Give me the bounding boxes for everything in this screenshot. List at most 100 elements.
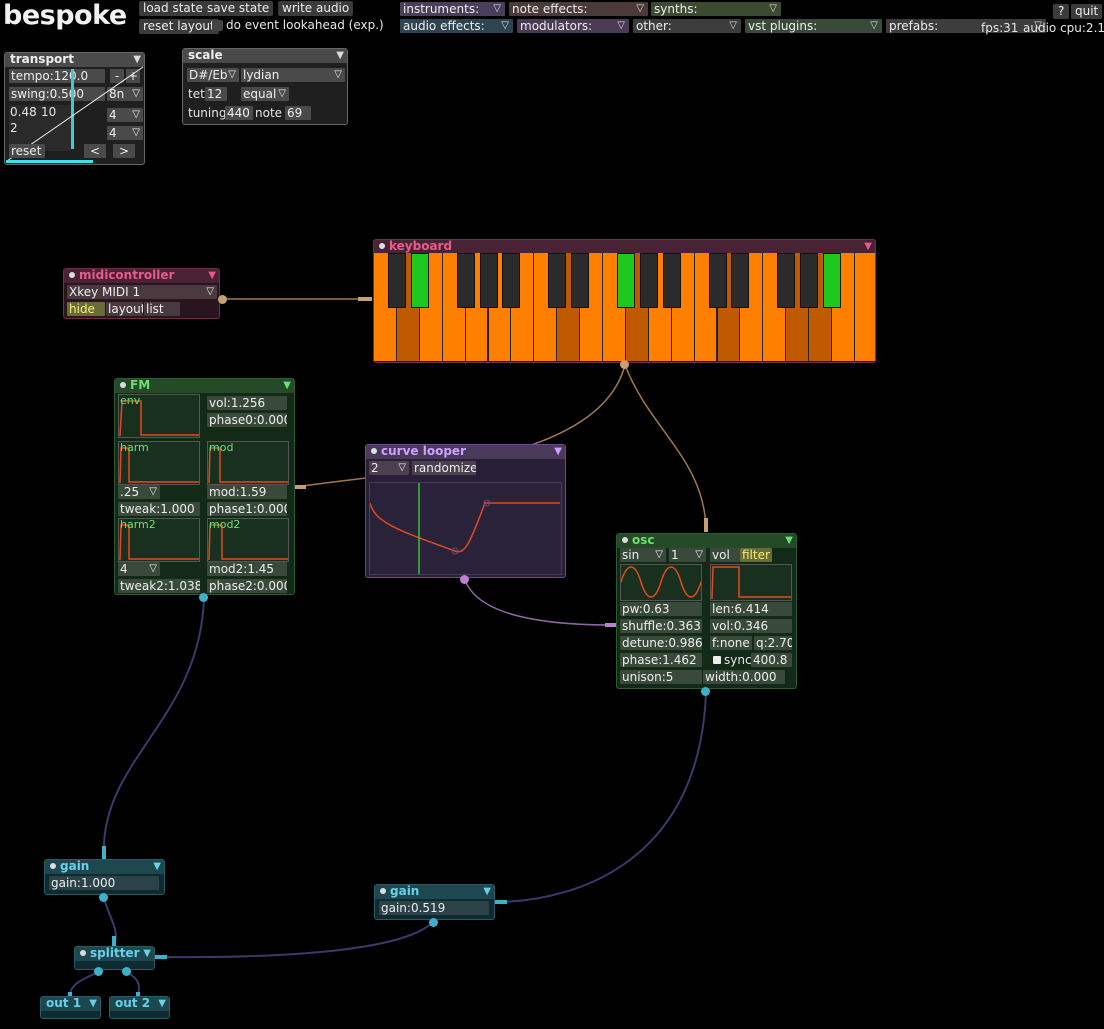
filter-env-tab[interactable]: filter [740, 548, 772, 562]
black-key[interactable] [616, 253, 635, 308]
phase-slider[interactable]: phase:1.462 [620, 653, 702, 667]
shuffle-slider[interactable]: shuffle:0.363 [620, 619, 702, 633]
enable-icon[interactable] [371, 448, 377, 454]
fm-title[interactable]: FM ▼ [115, 379, 294, 393]
sync-checkbox[interactable] [713, 656, 721, 664]
curve-editor[interactable] [369, 482, 562, 575]
black-key[interactable] [777, 253, 796, 308]
note-field[interactable]: 69 [285, 106, 311, 120]
harm2-ratio-dropdown[interactable]: 4 ▽ [118, 562, 160, 576]
sync-frequency-field[interactable]: 400.8 [751, 653, 792, 667]
scale-module[interactable]: scale ▼ D#/Eb ▽ lydian ▽ tet 12 equal ▽ tuni… [182, 48, 348, 125]
gain-module-1[interactable]: gain ▼ gain:1.000 [44, 859, 165, 895]
unison-slider[interactable]: unison:5 [620, 670, 702, 684]
tweak-slider[interactable]: tweak:1.000 [118, 502, 200, 516]
curve-looper-output-jack[interactable] [460, 575, 469, 584]
tet-field[interactable]: 12 [205, 87, 227, 101]
width-slider[interactable]: width:0.000 [703, 670, 785, 684]
midicontroller-module[interactable]: midicontroller ▼ Xkey MIDI 1 ▽ hide layout… [63, 268, 220, 319]
envelope-display[interactable] [710, 564, 792, 601]
gain-1-output-jack[interactable] [99, 893, 108, 902]
black-key[interactable] [479, 253, 498, 308]
list-button[interactable]: list [144, 302, 180, 316]
black-key[interactable] [456, 253, 475, 308]
help-button[interactable]: ? [1053, 4, 1070, 19]
collapse-icon[interactable]: ▼ [143, 947, 151, 960]
mod2-slider[interactable]: mod2:1.45 [207, 562, 287, 576]
keyboard-title[interactable]: keyboard ▼ [374, 240, 875, 254]
prefabs-menu[interactable]: prefabs: ▽ [886, 19, 1046, 33]
time-signature-bottom-dropdown[interactable]: 4 ▽ [107, 126, 143, 140]
pulse-width-slider[interactable]: pw:0.63 [620, 602, 702, 616]
black-key[interactable] [387, 253, 406, 308]
out-2-title[interactable]: out 2 ▼ [110, 997, 169, 1011]
length-dropdown[interactable]: 2 ▽ [369, 461, 409, 475]
phase0-slider[interactable]: phase0:0.000 [207, 413, 287, 427]
instruments-menu[interactable]: instruments: ▽ [400, 2, 505, 16]
out-1-module[interactable]: out 1 ▼ [40, 996, 101, 1019]
splitter-module[interactable]: splitter ▼ [74, 946, 155, 970]
fm-synth-module[interactable]: FM ▼ env vol:1.256 phase0:0.000 harm mod … [114, 378, 295, 595]
black-key[interactable] [639, 253, 658, 308]
transport-module[interactable]: transport ▼ tempo:120.0 - + swing:0.500 8… [4, 52, 145, 165]
osc-vol-slider[interactable]: vol:0.346 [710, 619, 792, 633]
collapse-icon[interactable]: ▼ [785, 534, 793, 547]
enable-icon[interactable] [50, 863, 56, 869]
vol-env-tab[interactable]: vol [710, 548, 740, 562]
collapse-icon[interactable]: ▼ [158, 997, 166, 1010]
randomize-button[interactable]: randomize [412, 461, 476, 475]
black-key[interactable] [548, 253, 567, 308]
collapse-icon[interactable]: ▼ [89, 997, 97, 1010]
env-graph[interactable]: env [118, 394, 200, 438]
vst-plugins-menu[interactable]: vst plugins: ▽ [745, 19, 882, 33]
gain-1-title[interactable]: gain ▼ [45, 860, 164, 874]
vol-slider[interactable]: vol:1.256 [207, 396, 287, 410]
synths-menu[interactable]: synths: ▽ [651, 2, 781, 16]
filter-type-dropdown[interactable]: f:none [710, 636, 752, 650]
harm2-graph[interactable]: harm2 [118, 518, 200, 562]
scale-title[interactable]: scale ▼ [183, 49, 347, 63]
osc-module[interactable]: osc ▼ sin ▽ 1 ▽ vol filter pw:0.63 len:6.41… [616, 533, 797, 689]
harm-graph[interactable]: harm [118, 441, 200, 485]
splitter-output-1-jack[interactable] [94, 967, 103, 976]
phase1-slider[interactable]: phase1:0.000 [207, 502, 287, 516]
enable-icon[interactable] [69, 272, 75, 278]
write-audio-button[interactable]: write audio [278, 1, 354, 16]
root-note-dropdown[interactable]: D#/Eb ▽ [187, 68, 239, 82]
splitter-title[interactable]: splitter ▼ [75, 947, 154, 961]
mod2-graph[interactable]: mod2 [207, 518, 289, 562]
next-measure-button[interactable]: > [113, 144, 135, 158]
gain-2-title[interactable]: gain ▼ [375, 885, 494, 899]
black-key[interactable] [502, 253, 521, 308]
mod-slider[interactable]: mod:1.59 [207, 485, 287, 499]
reset-transport-button[interactable]: reset [9, 144, 45, 158]
black-key[interactable] [823, 253, 841, 308]
black-key[interactable] [731, 253, 750, 308]
hide-toggle[interactable]: hide [67, 302, 105, 316]
save-state-button[interactable]: save state [203, 1, 274, 16]
lookahead-checkbox[interactable] [212, 20, 223, 31]
audio-effects-menu[interactable]: audio effects: ▽ [400, 19, 513, 33]
gain-module-2[interactable]: gain ▼ gain:0.519 [374, 884, 495, 920]
collapse-icon[interactable]: ▼ [336, 49, 344, 62]
enable-icon[interactable] [380, 888, 386, 894]
phase2-slider[interactable]: phase2:0.000 [207, 579, 287, 593]
enable-icon[interactable] [622, 537, 628, 543]
enable-icon[interactable] [80, 950, 86, 956]
keyboard-output-jack[interactable] [620, 360, 629, 369]
collapse-icon[interactable]: ▼ [208, 269, 216, 282]
midi-device-dropdown[interactable]: Xkey MIDI 1 ▽ [67, 285, 217, 299]
splitter-output-2-jack[interactable] [122, 967, 131, 976]
collapse-icon[interactable]: ▼ [554, 445, 562, 458]
midicontroller-output-jack[interactable] [218, 295, 227, 304]
gain-1-slider[interactable]: gain:1.000 [49, 876, 159, 890]
curve-looper-module[interactable]: curve looper ▼ 2 ▽ randomize [365, 444, 566, 578]
fm-output-jack[interactable] [199, 593, 208, 602]
layout-button[interactable]: layout [106, 302, 143, 316]
load-state-button[interactable]: load state [139, 1, 207, 16]
gain-2-slider[interactable]: gain:0.519 [379, 901, 489, 915]
mult-dropdown[interactable]: 1 ▽ [669, 548, 706, 562]
q-slider[interactable]: q:2.70 [754, 636, 792, 650]
collapse-icon[interactable]: ▼ [483, 885, 491, 898]
mod-graph[interactable]: mod [207, 441, 289, 485]
